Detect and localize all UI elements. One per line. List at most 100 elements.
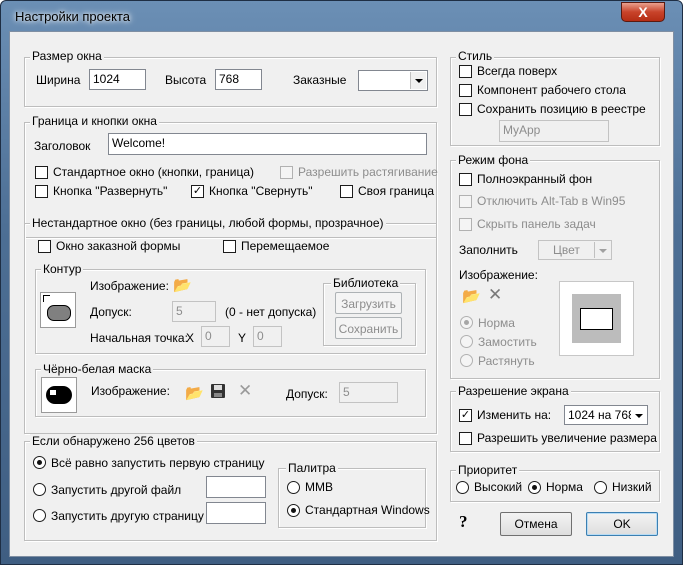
colors256-group-title: Если обнаружено 256 цветов xyxy=(30,434,197,448)
border-group-title: Граница и кнопки окна xyxy=(30,114,159,128)
start-y-input[interactable]: 0 xyxy=(253,326,282,347)
cancel-button[interactable]: Отмена xyxy=(500,512,572,536)
minimize-button-checkbox[interactable]: ✓ xyxy=(191,185,204,198)
background-group-title: Режим фона xyxy=(456,153,531,167)
standard-window-checkbox[interactable] xyxy=(35,166,48,179)
tile-radio[interactable] xyxy=(460,335,473,348)
custom-shape-label: Окно заказной формы xyxy=(56,239,181,253)
change-resolution-checkbox[interactable]: ✓ xyxy=(459,409,472,422)
disable-alt-tab-label: Отключить Alt-Tab в Win95 xyxy=(477,194,626,208)
contour-tolerance-input[interactable]: 5 xyxy=(172,301,216,322)
normal-label: Норма xyxy=(478,316,515,330)
disable-alt-tab-checkbox[interactable] xyxy=(459,195,472,208)
background-delete-icon[interactable]: ✕ xyxy=(488,286,502,303)
custom-size-dropdown[interactable] xyxy=(358,70,428,91)
run-other-page-radio[interactable] xyxy=(33,509,46,522)
y-label: Y xyxy=(238,331,247,345)
contour-tolerance-label: Допуск: xyxy=(90,305,132,319)
registry-key-input[interactable]: MyApp xyxy=(499,120,609,142)
background-image-label: Изображение: xyxy=(459,268,538,282)
width-label: Ширина xyxy=(36,73,81,87)
height-label: Высота xyxy=(165,73,207,87)
always-on-top-checkbox[interactable] xyxy=(459,65,472,78)
fill-dropdown[interactable]: Цвет xyxy=(538,240,612,260)
mask-tolerance-input[interactable]: 5 xyxy=(339,382,398,403)
open-folder-icon[interactable]: 📂 xyxy=(173,276,192,294)
fill-chevron-down-icon xyxy=(594,242,610,258)
height-input[interactable]: 768 xyxy=(215,69,262,90)
run-other-file-radio[interactable] xyxy=(33,483,46,496)
mask-image-label: Изображение: xyxy=(91,384,170,398)
mask-delete-icon[interactable]: ✕ xyxy=(238,382,252,399)
desktop-component-checkbox[interactable] xyxy=(459,84,472,97)
custom-border-checkbox[interactable] xyxy=(340,185,353,198)
background-open-folder-icon[interactable]: 📂 xyxy=(462,287,481,305)
help-icon[interactable]: ? xyxy=(459,512,468,532)
mask-tolerance-label: Допуск: xyxy=(286,387,328,401)
stretch-label: Растянуть xyxy=(478,354,535,368)
palette-standard-radio[interactable] xyxy=(287,504,300,517)
tile-label: Замостить xyxy=(478,335,537,349)
allow-resize-label: Разрешить растягивание xyxy=(298,165,438,179)
contour-image-label: Изображение: xyxy=(90,279,169,293)
ok-button[interactable]: OK xyxy=(586,512,658,536)
mask-preview-icon xyxy=(41,377,77,413)
priority-group-title: Приоритет xyxy=(456,463,520,477)
caption-input[interactable]: Welcome! xyxy=(108,133,427,155)
library-save-button[interactable]: Сохранить xyxy=(335,317,402,339)
mask-group-title: Чёрно-белая маска xyxy=(41,362,154,376)
save-position-label: Сохранить позицию в реестре xyxy=(477,102,646,116)
priority-low-radio[interactable] xyxy=(594,481,607,494)
dialog-window: Настройки проекта X Размер окна Ширина 1… xyxy=(0,0,683,565)
run-other-page-label: Запустить другую страницу xyxy=(51,509,204,523)
hide-taskbar-checkbox[interactable] xyxy=(459,218,472,231)
priority-high-radio[interactable] xyxy=(456,481,469,494)
priority-high-label: Высокий xyxy=(474,480,523,494)
allow-enlarge-checkbox[interactable] xyxy=(459,432,472,445)
fill-value: Цвет xyxy=(553,243,580,257)
maximize-button-checkbox[interactable] xyxy=(35,185,48,198)
contour-preview-icon xyxy=(40,292,76,328)
resolution-value: 1024 на 768 xyxy=(568,408,635,422)
mask-open-folder-icon[interactable]: 📂 xyxy=(185,384,204,402)
resolution-dropdown[interactable]: 1024 на 768 xyxy=(564,405,648,425)
palette-group xyxy=(278,468,426,528)
other-page-input[interactable] xyxy=(206,502,266,524)
run-other-file-label: Запустить другой файл xyxy=(51,483,182,497)
save-position-checkbox[interactable] xyxy=(459,103,472,116)
style-group-title: Стиль xyxy=(456,49,495,63)
library-load-button[interactable]: Загрузить xyxy=(335,292,402,314)
start-point-label: Начальная точка: xyxy=(90,331,188,345)
custom-shape-checkbox[interactable] xyxy=(38,240,51,253)
close-icon: X xyxy=(638,4,648,20)
close-button[interactable]: X xyxy=(621,2,665,22)
resolution-group-title: Разрешение экрана xyxy=(456,384,571,398)
other-file-input[interactable] xyxy=(206,476,266,498)
start-x-input[interactable]: 0 xyxy=(201,326,230,347)
movable-checkbox[interactable] xyxy=(223,240,236,253)
priority-normal-label: Норма xyxy=(546,480,583,494)
fullscreen-checkbox[interactable] xyxy=(459,173,472,186)
standard-window-label: Стандартное окно (кнопки, граница) xyxy=(53,165,255,179)
stretch-radio[interactable] xyxy=(460,354,473,367)
normal-radio[interactable] xyxy=(460,316,473,329)
allow-resize-checkbox[interactable] xyxy=(280,166,293,179)
contour-tolerance-hint: (0 - нет допуска) xyxy=(225,305,317,319)
background-preview xyxy=(559,281,634,356)
run-first-page-label: Всё равно запустить первую страницу xyxy=(51,456,265,470)
hide-taskbar-label: Скрыть панель задач xyxy=(477,217,596,231)
priority-normal-radio[interactable] xyxy=(528,481,541,494)
caption-label: Заголовок xyxy=(34,139,91,153)
allow-enlarge-label: Разрешить увеличение размера xyxy=(477,431,657,445)
palette-mmb-radio[interactable] xyxy=(287,481,300,494)
dialog-client-area: Размер окна Ширина 1024 Высота 768 Заказ… xyxy=(9,31,674,557)
mask-save-icon[interactable] xyxy=(211,384,225,398)
title-bar[interactable]: Настройки проекта X xyxy=(1,1,682,31)
palette-group-title: Палитра xyxy=(286,461,338,475)
minimize-button-label: Кнопка "Свернуть" xyxy=(209,184,313,198)
nonstandard-group-title: Нестандартное окно (без границы, любой ф… xyxy=(30,216,386,230)
custom-border-label: Своя граница xyxy=(358,184,435,198)
width-input[interactable]: 1024 xyxy=(89,69,146,90)
x-label: X xyxy=(186,331,195,345)
run-first-page-radio[interactable] xyxy=(33,456,46,469)
